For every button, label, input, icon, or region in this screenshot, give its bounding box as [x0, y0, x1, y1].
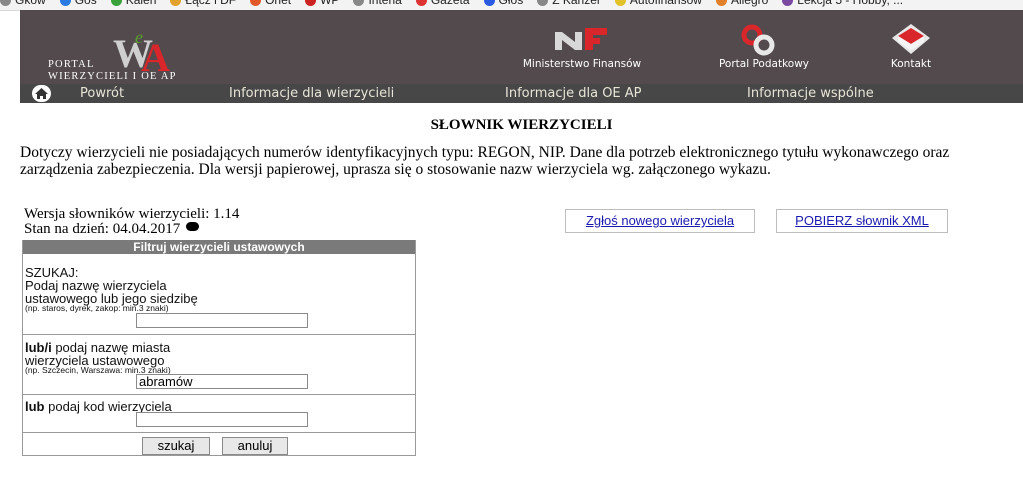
tax-portal-link[interactable]: Portal Podatkowy [704, 58, 824, 70]
bookmark-favicon-icon [353, 0, 365, 7]
filter-header: Filtruj wierzycieli ustawowych [23, 240, 415, 254]
bookmark-item[interactable]: Głos [483, 0, 524, 7]
code-label-prefix: lub [25, 399, 45, 414]
download-icon[interactable] [185, 222, 199, 231]
bookmark-label: Z Kanzer [552, 0, 601, 7]
download-xml-button[interactable]: POBIERZ słownik XML [776, 209, 948, 233]
bookmark-item[interactable]: Gkow [0, 0, 46, 7]
logo-e-glyph: e [135, 27, 143, 47]
main-navigation: Powrót Informacje dla wierzycieli Inform… [20, 84, 1023, 103]
bookmark-favicon-icon [305, 0, 317, 7]
bookmark-item[interactable]: Gos [59, 0, 97, 7]
bookmark-favicon-icon [0, 0, 11, 7]
bookmarks-row: Gkow Gos Kalen Łącz i DF Onet WP Interia Gazeta… [0, 0, 917, 7]
bookmark-favicon-icon [415, 0, 427, 7]
home-icon[interactable] [32, 85, 51, 102]
bookmark-item[interactable]: Interia [353, 0, 402, 7]
bookmark-item[interactable]: WP [305, 0, 339, 7]
contact-envelope-icon[interactable] [890, 22, 932, 56]
filter-divider [23, 432, 415, 433]
bookmark-item[interactable]: Allegro [715, 0, 769, 7]
bookmark-item[interactable]: Gazeta [415, 0, 470, 7]
bookmark-item[interactable]: Łącz i DF [170, 0, 236, 7]
site-header: PORTAL WIERZYCIELI I OE AP W A e Ministe… [20, 10, 1023, 84]
bookmark-item[interactable]: Z Kanzer [537, 0, 601, 7]
bookmark-item[interactable]: Autofinansow [614, 0, 702, 7]
cancel-button[interactable]: anuluj [222, 437, 288, 455]
dictionary-version: Wersja słowników wierzycieli: 1.14 [24, 206, 240, 222]
bookmark-favicon-icon [537, 0, 549, 7]
bookmark-label: Gos [74, 0, 97, 7]
bookmark-label: Łącz i DF [185, 0, 237, 7]
bookmark-favicon-icon [782, 0, 794, 7]
bookmark-favicon-icon [715, 0, 727, 7]
bookmark-label: Lekcja 5 - Hobby, ... [797, 0, 904, 7]
bookmark-item[interactable]: Kalen [110, 0, 157, 7]
name-hint: (np. staros, dyrek, zakop: min.3 znaki) [25, 303, 169, 313]
bookmark-label: Autofinansow [629, 0, 702, 7]
tax-portal-logo-icon[interactable] [734, 24, 784, 56]
creditor-code-input[interactable] [136, 412, 308, 427]
filter-panel: Filtruj wierzycieli ustawowych SZUKAJ: P… [22, 240, 416, 456]
bookmark-label: Gkow [15, 0, 46, 7]
bookmark-label: Kalen [125, 0, 157, 7]
bookmark-favicon-icon [250, 0, 262, 7]
filter-divider [23, 394, 415, 395]
bookmark-label: Allegro [730, 0, 769, 7]
nav-creditors-info[interactable]: Informacje dla wierzycieli [229, 84, 394, 103]
bookmark-favicon-icon [59, 0, 71, 7]
bookmark-favicon-icon [170, 0, 182, 7]
creditor-name-input[interactable] [136, 313, 308, 328]
bookmark-item[interactable]: Lekcja 5 - Hobby, ... [782, 0, 903, 7]
nav-common-info[interactable]: Informacje wspólne [747, 84, 874, 103]
bookmark-label: Gazeta [430, 0, 470, 7]
logo-a-glyph: A [141, 35, 170, 73]
bookmark-label: Onet [265, 0, 292, 7]
page-title: SŁOWNIK WIERZYCIELI [430, 117, 613, 133]
ministry-logo-icon[interactable] [553, 24, 611, 54]
bookmark-favicon-icon [614, 0, 626, 7]
nav-oe-info[interactable]: Informacje dla OE AP [505, 84, 642, 103]
nav-back[interactable]: Powrót [80, 84, 124, 103]
report-new-creditor-button[interactable]: Zgłoś nowego wierzyciela [565, 209, 755, 233]
filter-divider [23, 334, 415, 335]
dictionary-date-text: Stan na dzień: 04.04.2017 [24, 221, 181, 237]
creditor-city-input[interactable]: abramów [136, 374, 308, 389]
bookmark-label: Głos [498, 0, 524, 7]
dictionary-date: Stan na dzień: 04.04.2017 [24, 221, 199, 237]
bookmark-item[interactable]: Onet [250, 0, 291, 7]
portal-logo-icon[interactable]: W A e [111, 27, 181, 73]
bookmark-label: Interia [368, 0, 402, 7]
page-description: Dotyczy wierzycieli nie posiadających nu… [20, 144, 950, 178]
bookmark-favicon-icon [110, 0, 122, 7]
bookmark-favicon-icon [483, 0, 495, 7]
search-button[interactable]: szukaj [142, 437, 210, 455]
contact-link[interactable]: Kontakt [876, 58, 946, 70]
ministry-link[interactable]: Ministerstwo Finansów [512, 58, 652, 70]
bookmark-label: WP [320, 0, 340, 7]
